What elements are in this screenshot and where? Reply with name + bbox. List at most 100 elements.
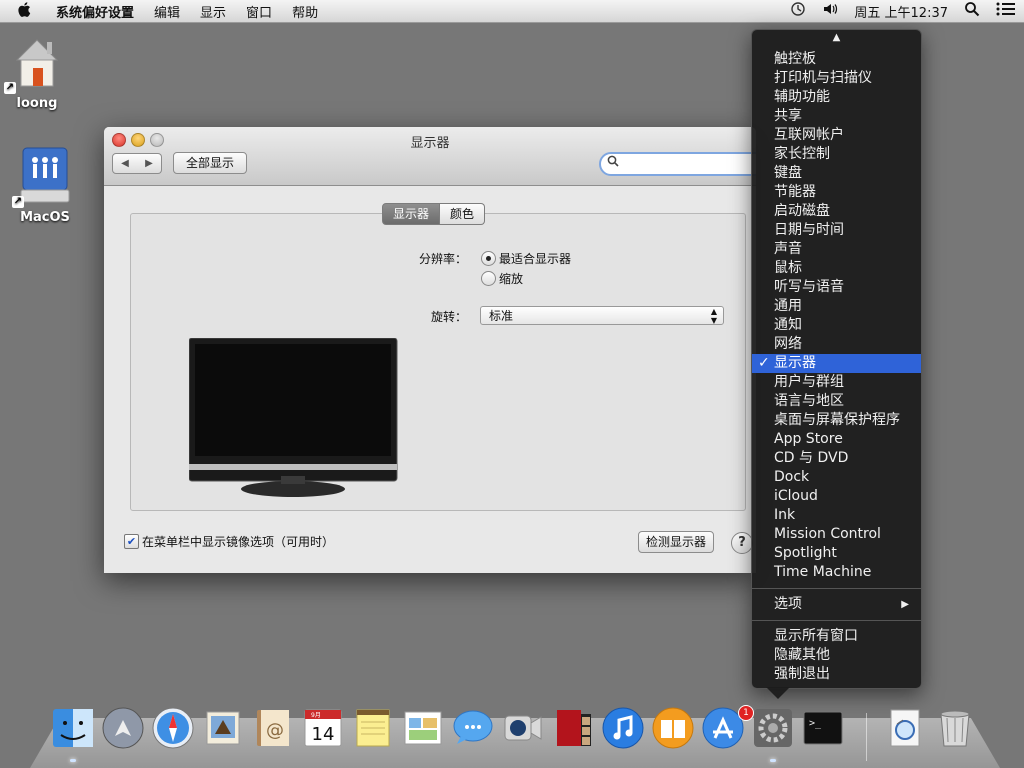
- search-field[interactable]: [599, 152, 756, 176]
- context-menu-item[interactable]: Spotlight: [752, 544, 921, 563]
- spotlight-icon[interactable]: [964, 1, 980, 21]
- context-menu-item[interactable]: 键盘: [752, 164, 921, 183]
- context-menu-item[interactable]: 听写与语音: [752, 278, 921, 297]
- facetime-icon[interactable]: [500, 703, 546, 753]
- desktop-icon-macos[interactable]: ↗ MacOS: [10, 144, 80, 225]
- volume-icon[interactable]: [822, 1, 838, 21]
- context-menu-item-label: iCloud: [774, 488, 818, 504]
- menu-pointer: [766, 687, 790, 699]
- svg-text:@: @: [266, 720, 284, 741]
- context-menu-item[interactable]: 鼠标: [752, 259, 921, 278]
- show-all-button[interactable]: 全部显示: [173, 152, 248, 174]
- clock[interactable]: 周五 上午12:37: [854, 2, 948, 21]
- safari-icon[interactable]: [150, 703, 196, 753]
- context-menu-item[interactable]: 共享: [752, 107, 921, 126]
- context-menu-item-label: 日期与时间: [774, 222, 844, 238]
- context-menu-item-label: 家长控制: [774, 146, 830, 162]
- calendar-icon[interactable]: 9月 14: [300, 703, 346, 753]
- preview-icon[interactable]: [882, 703, 928, 753]
- window-action-label: 显示所有窗口: [774, 628, 858, 644]
- context-menu-item-label: 用户与群组: [774, 374, 844, 390]
- context-menu-item[interactable]: 家长控制: [752, 145, 921, 164]
- resolution-scaled-label[interactable]: 缩放: [499, 270, 523, 287]
- context-menu-item-label: Dock: [774, 469, 810, 485]
- resolution-scaled-radio[interactable]: [481, 271, 496, 286]
- context-menu-item-label: 共享: [774, 108, 802, 124]
- tab-color[interactable]: 颜色: [440, 203, 486, 225]
- context-menu-item[interactable]: Dock: [752, 468, 921, 487]
- context-menu-item-label: 启动磁盘: [774, 203, 830, 219]
- forward-button[interactable]: ▶: [137, 153, 162, 174]
- context-menu-item[interactable]: 网络: [752, 335, 921, 354]
- system-preferences-icon[interactable]: [750, 703, 796, 762]
- context-menu-item[interactable]: 声音: [752, 240, 921, 259]
- menu-app-name[interactable]: 系统偏好设置: [56, 2, 134, 21]
- context-menu-item[interactable]: 通用: [752, 297, 921, 316]
- options-submenu[interactable]: 选项 ▶: [752, 595, 921, 614]
- notification-center-icon[interactable]: [996, 1, 1016, 21]
- tab-display[interactable]: 显示器: [382, 203, 441, 225]
- mirror-options-label[interactable]: 在菜单栏中显示镜像选项（可用时）: [142, 533, 334, 550]
- preferences-window: 显示器 ◀ ▶ 全部显示 显示器 颜色 分辨率： 最适合显示器 缩放 旋转： 标…: [104, 127, 756, 573]
- contacts-icon[interactable]: @: [250, 703, 296, 753]
- context-menu-item-label: 鼠标: [774, 260, 802, 276]
- context-menu-item[interactable]: 触控板: [752, 50, 921, 69]
- context-menu-item[interactable]: Time Machine: [752, 563, 921, 582]
- context-menu-item-label: 键盘: [774, 165, 802, 181]
- context-menu-item[interactable]: 日期与时间: [752, 221, 921, 240]
- menu-window[interactable]: 窗口: [246, 2, 272, 21]
- menu-edit[interactable]: 编辑: [154, 2, 180, 21]
- notes-icon[interactable]: [350, 703, 396, 753]
- rotation-select[interactable]: 标准 ▲ ▼: [480, 306, 724, 325]
- window-action-item[interactable]: 强制退出: [752, 665, 921, 684]
- apple-menu-icon[interactable]: [14, 1, 34, 21]
- context-menu-item-label: 互联网帐户: [774, 127, 844, 143]
- context-menu-item[interactable]: 打印机与扫描仪: [752, 69, 921, 88]
- context-menu-item[interactable]: 启动磁盘: [752, 202, 921, 221]
- context-menu-item-label: 节能器: [774, 184, 816, 200]
- desktop-icon-loong[interactable]: ↗ loong: [2, 32, 72, 111]
- photo-booth-icon[interactable]: [550, 703, 596, 753]
- window-action-item[interactable]: 隐藏其他: [752, 646, 921, 665]
- title-bar[interactable]: 显示器 ◀ ▶ 全部显示: [104, 127, 756, 186]
- time-machine-icon[interactable]: [790, 1, 806, 21]
- context-menu-item[interactable]: 辅助功能: [752, 88, 921, 107]
- context-menu-item[interactable]: 桌面与屏幕保护程序: [752, 411, 921, 430]
- context-menu-item-label: 听写与语音: [774, 279, 844, 295]
- trash-icon[interactable]: [932, 703, 978, 753]
- resolution-best-radio[interactable]: [481, 251, 496, 266]
- window-action-item[interactable]: 显示所有窗口: [752, 627, 921, 646]
- context-menu-item[interactable]: Ink: [752, 506, 921, 525]
- context-menu-item[interactable]: Mission Control: [752, 525, 921, 544]
- context-menu-item[interactable]: 用户与群组: [752, 373, 921, 392]
- context-menu-item[interactable]: CD 与 DVD: [752, 449, 921, 468]
- mail-icon[interactable]: [200, 703, 246, 753]
- back-button[interactable]: ◀: [112, 153, 138, 174]
- reminders-icon[interactable]: [400, 703, 446, 753]
- ibooks-icon[interactable]: [650, 703, 696, 753]
- dock-separator: [866, 713, 867, 761]
- detect-displays-button[interactable]: 检测显示器: [638, 531, 715, 553]
- app-store-badge: 1: [738, 705, 754, 721]
- launchpad-icon[interactable]: [100, 703, 146, 753]
- menu-view[interactable]: 显示: [200, 2, 226, 21]
- help-button[interactable]: ?: [731, 532, 753, 554]
- context-menu-item-label: 桌面与屏幕保护程序: [774, 412, 900, 428]
- context-menu-item[interactable]: 通知: [752, 316, 921, 335]
- display-panel: 分辨率： 最适合显示器 缩放 旋转：: [130, 213, 746, 511]
- resolution-best-label[interactable]: 最适合显示器: [499, 250, 571, 267]
- context-menu-item[interactable]: 节能器: [752, 183, 921, 202]
- finder-icon[interactable]: [50, 703, 96, 762]
- context-menu-item[interactable]: ✓ 显示器: [752, 354, 921, 373]
- terminal-icon[interactable]: >_: [800, 703, 846, 753]
- context-menu-item[interactable]: iCloud: [752, 487, 921, 506]
- itunes-icon[interactable]: [600, 703, 646, 753]
- context-menu-item[interactable]: 语言与地区: [752, 392, 921, 411]
- context-menu-item[interactable]: App Store: [752, 430, 921, 449]
- scroll-up-icon[interactable]: ▲: [752, 32, 921, 43]
- context-menu-item-label: 语言与地区: [774, 393, 844, 409]
- mirror-options-checkbox[interactable]: ✔: [124, 534, 139, 549]
- messages-icon[interactable]: [450, 703, 496, 753]
- context-menu-item[interactable]: 互联网帐户: [752, 126, 921, 145]
- menu-help[interactable]: 帮助: [292, 2, 318, 21]
